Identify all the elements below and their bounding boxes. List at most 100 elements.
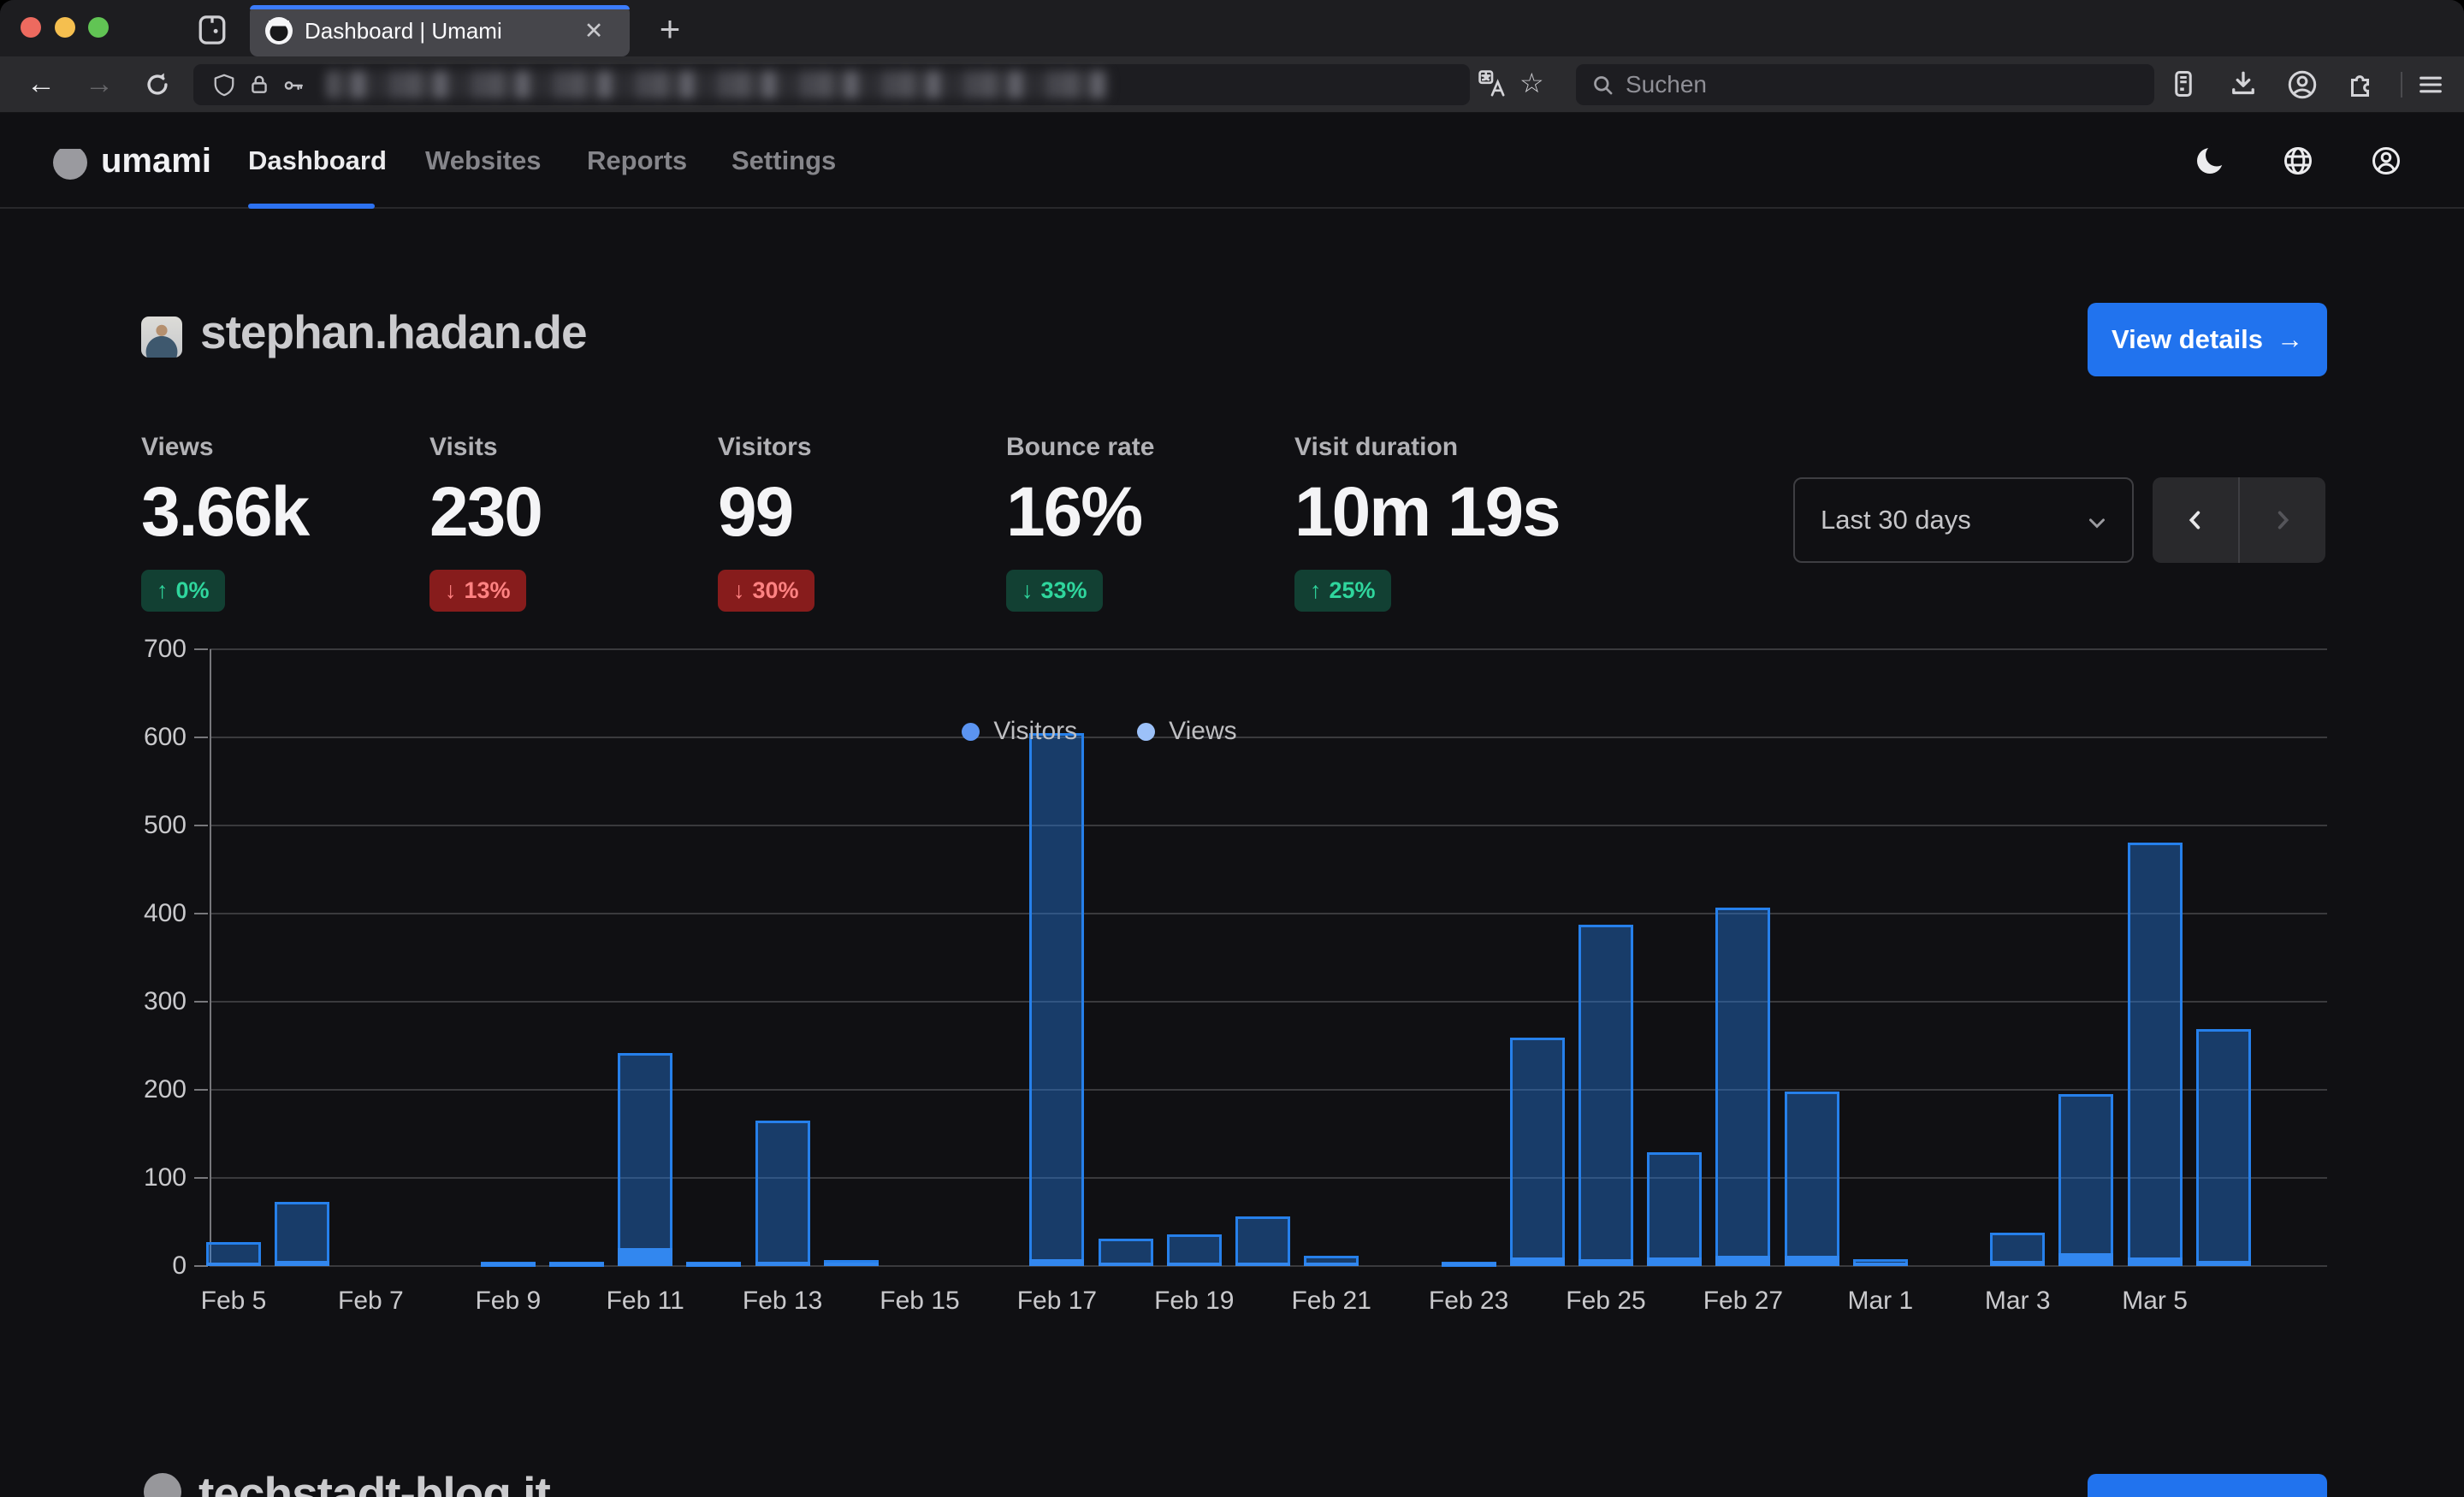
x-axis-label: Feb 15 xyxy=(860,1287,980,1316)
trend-arrow-icon: ↓ xyxy=(445,577,457,604)
y-axis-label: 0 xyxy=(137,1251,187,1281)
visitors-bar xyxy=(1304,1263,1359,1266)
x-axis-label: Feb 19 xyxy=(1134,1287,1254,1316)
y-axis-label: 200 xyxy=(137,1075,187,1104)
legend-item[interactable]: Visitors xyxy=(962,717,1077,746)
app-nav: umami Dashboard Websites Reports Setting… xyxy=(0,113,2464,209)
visitors-bar xyxy=(824,1263,879,1266)
back-button[interactable]: ← xyxy=(21,56,62,113)
metric-label: Visitors xyxy=(718,433,1006,462)
visitors-bar xyxy=(1029,1259,1084,1266)
visitors-bar xyxy=(1853,1263,1908,1266)
x-axis-label: Mar 1 xyxy=(1821,1287,1940,1316)
extensions-puzzle-icon[interactable] xyxy=(2346,68,2377,99)
y-axis-tick xyxy=(194,913,208,914)
visitors-bar xyxy=(275,1261,329,1266)
window-minimize-button[interactable] xyxy=(55,17,75,38)
y-axis-tick xyxy=(194,648,208,650)
metric-label: Visits xyxy=(429,433,718,462)
tab-favicon-umami-icon xyxy=(265,17,293,44)
browser-toolbar: ← → xyxy=(0,56,2464,113)
visitors-bar xyxy=(2128,1257,2183,1266)
search-bar[interactable]: Suchen xyxy=(1576,64,2154,105)
views-bar xyxy=(755,1121,810,1266)
nav-item-dashboard[interactable]: Dashboard xyxy=(248,113,387,209)
legend-item[interactable]: Views xyxy=(1137,717,1236,746)
next-site-title: techstadt-blog.it xyxy=(198,1466,550,1497)
profile-person-icon[interactable] xyxy=(2367,142,2405,180)
traffic-bar-chart: 0100200300400500600700Feb 5Feb 7Feb 9Feb… xyxy=(137,637,2336,1407)
browser-tab[interactable]: Dashboard | Umami ✕ xyxy=(250,5,630,56)
visitors-bar xyxy=(618,1248,672,1266)
search-icon xyxy=(1591,74,1614,97)
metric-change-badge: ↑ 25% xyxy=(1294,570,1391,612)
translate-icon[interactable] xyxy=(1477,68,1507,99)
theme-toggle-moon-icon[interactable] xyxy=(2193,142,2230,180)
view-details-label: View details xyxy=(2112,324,2263,355)
x-axis-label: Feb 7 xyxy=(311,1287,430,1316)
bookmark-star-icon[interactable]: ☆ xyxy=(1519,67,1544,99)
firefox-view-button[interactable] xyxy=(193,11,231,49)
brand-name: umami xyxy=(101,113,211,209)
metric-change-value: 33% xyxy=(1041,577,1087,604)
tracking-shield-icon[interactable] xyxy=(212,73,236,97)
views-bar xyxy=(1235,1216,1290,1266)
menu-hamburger-icon[interactable] xyxy=(2416,70,2445,99)
x-axis-label: Mar 3 xyxy=(1958,1287,2077,1316)
forward-button[interactable]: → xyxy=(79,56,120,113)
metric-bounce-rate: Bounce rate 16% ↓ 33% xyxy=(1006,433,1294,612)
tab-close-icon[interactable]: ✕ xyxy=(575,5,613,56)
nav-item-reports[interactable]: Reports xyxy=(587,113,687,209)
url-bar[interactable] xyxy=(193,64,1470,105)
reload-button[interactable] xyxy=(137,56,178,113)
x-axis-label: Feb 25 xyxy=(1546,1287,1666,1316)
browser-window: Dashboard | Umami ✕ + ← → xyxy=(0,0,2464,1497)
metric-change-badge: ↑ 0% xyxy=(141,570,225,612)
chart-legend: Visitors Views xyxy=(0,717,2199,746)
panel-sidebar-icon[interactable] xyxy=(2168,68,2199,99)
language-globe-icon[interactable] xyxy=(2279,142,2317,180)
views-bar xyxy=(1167,1234,1222,1266)
views-bar xyxy=(2128,843,2183,1266)
y-axis-label: 100 xyxy=(137,1163,187,1192)
date-range-select[interactable]: Last 30 days xyxy=(1793,477,2134,563)
views-bar xyxy=(2196,1029,2251,1266)
metric-label: Bounce rate xyxy=(1006,433,1294,462)
account-icon[interactable] xyxy=(2286,68,2319,101)
visitors-bar xyxy=(1442,1263,1496,1266)
key-icon[interactable] xyxy=(282,74,305,97)
visitors-bar xyxy=(481,1263,536,1266)
downloads-icon[interactable] xyxy=(2228,68,2259,99)
visitors-bar xyxy=(2196,1261,2251,1266)
legend-dot-icon xyxy=(1137,723,1155,741)
x-axis-label: Feb 11 xyxy=(585,1287,705,1316)
y-axis-tick xyxy=(194,825,208,826)
trend-arrow-icon: ↑ xyxy=(1310,577,1322,604)
window-zoom-button[interactable] xyxy=(88,17,109,38)
visitors-bar xyxy=(1647,1257,1702,1266)
window-close-button[interactable] xyxy=(21,17,41,38)
umami-logo-icon xyxy=(50,140,91,181)
metric-value: 16% xyxy=(1006,472,1294,553)
visitors-bar xyxy=(755,1262,810,1266)
view-details-button[interactable]: View details → xyxy=(2088,303,2327,376)
period-pager xyxy=(2153,477,2325,563)
metric-value: 99 xyxy=(718,472,1006,553)
visitors-bar xyxy=(1785,1256,1839,1266)
metric-value: 3.66k xyxy=(141,472,429,553)
next-site-view-details-button[interactable] xyxy=(2088,1474,2327,1497)
metric-change-badge: ↓ 33% xyxy=(1006,570,1103,612)
metric-visits: Visits 230 ↓ 13% xyxy=(429,433,718,612)
lock-icon[interactable] xyxy=(248,74,270,96)
search-placeholder: Suchen xyxy=(1626,64,1707,105)
previous-period-button[interactable] xyxy=(2153,477,2238,563)
legend-dot-icon xyxy=(962,723,980,741)
nav-item-settings[interactable]: Settings xyxy=(732,113,836,209)
x-axis-label: Feb 17 xyxy=(997,1287,1116,1316)
new-tab-button[interactable]: + xyxy=(647,5,693,56)
visitors-bar xyxy=(2058,1253,2113,1266)
nav-item-websites[interactable]: Websites xyxy=(425,113,542,209)
next-period-button[interactable] xyxy=(2240,477,2325,563)
trend-arrow-icon: ↑ xyxy=(157,577,169,604)
chevron-down-icon xyxy=(2084,510,2110,535)
